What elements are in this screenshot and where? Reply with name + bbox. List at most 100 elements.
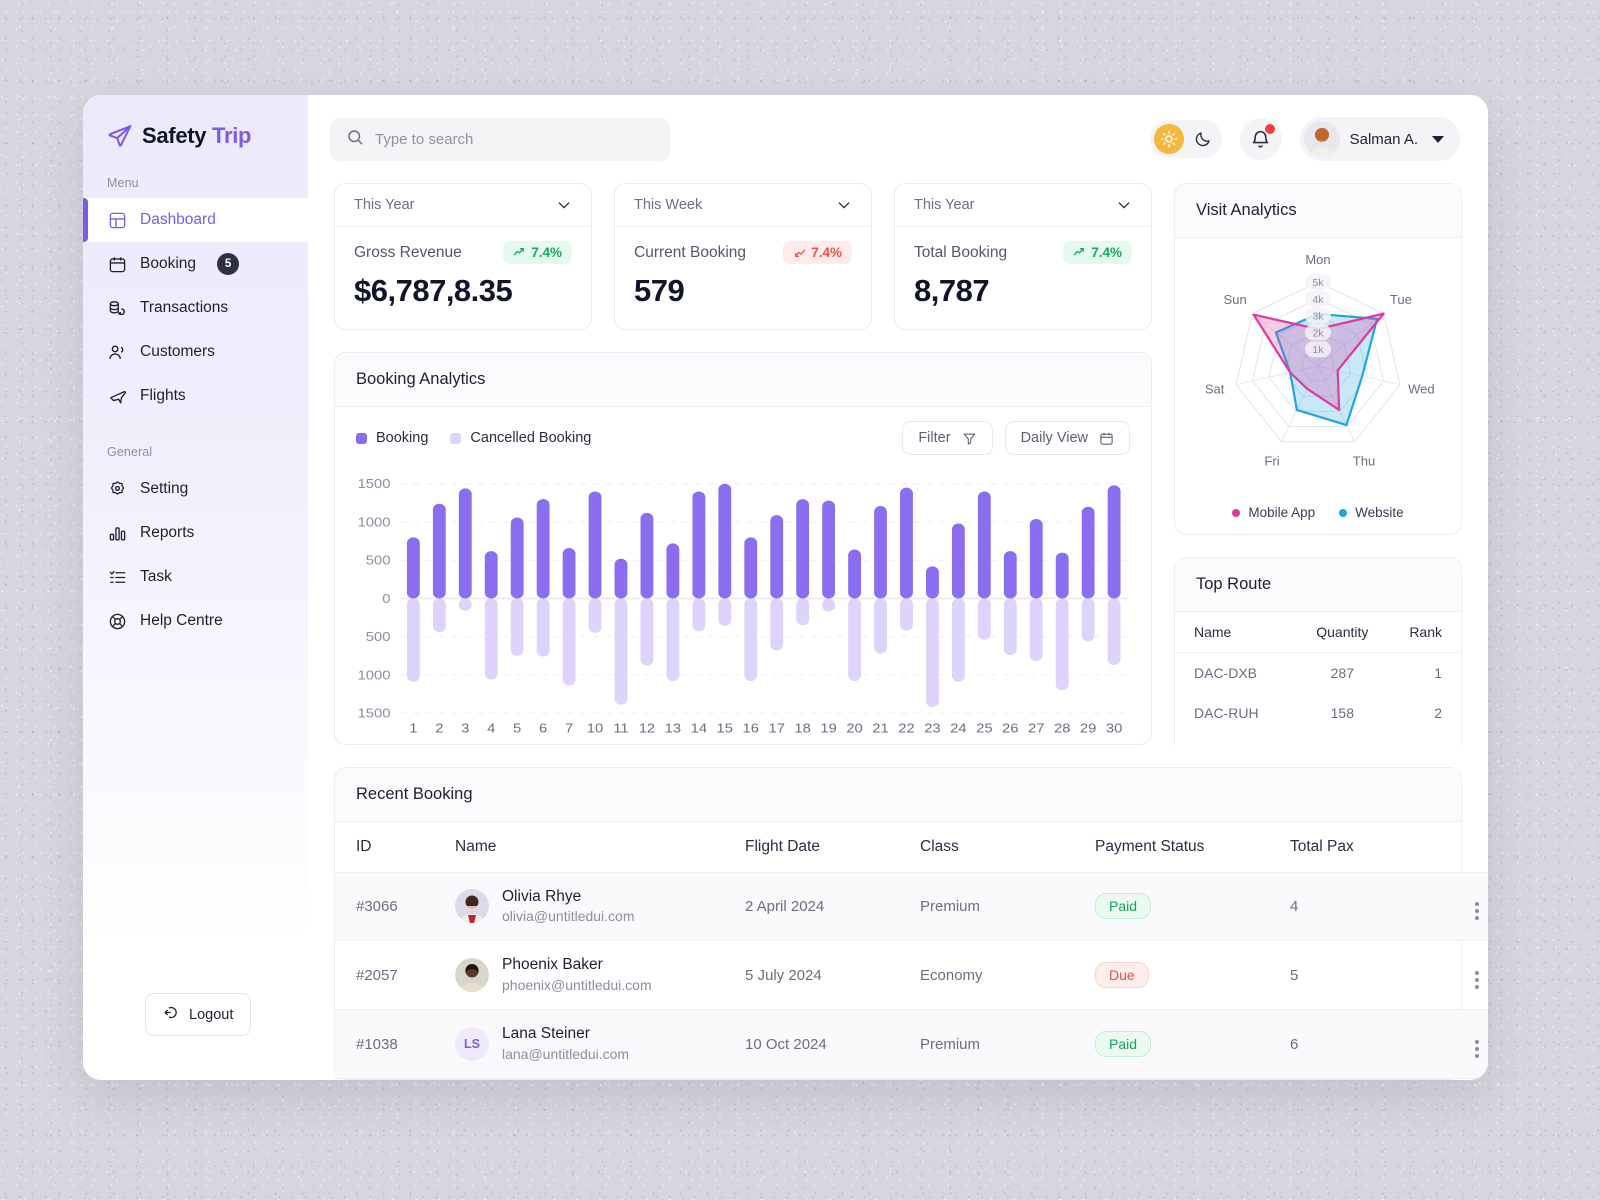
cell-route-name: DAC-DXB [1194, 665, 1258, 681]
daily-view-button[interactable]: Daily View [1004, 421, 1130, 455]
cell-route-quantity: 287 [1330, 665, 1354, 681]
bar-booking [1081, 506, 1095, 599]
dashboard-content: This Year Gross Revenue 7.4% $6,787,8.35… [308, 183, 1488, 745]
sidebar-item-task[interactable]: Task [83, 555, 308, 599]
sidebar-label-customers: Customers [140, 343, 215, 360]
table-row[interactable]: DAC-DXB 287 1 [1175, 653, 1461, 694]
users-icon [107, 342, 127, 362]
bar-booking [536, 499, 550, 599]
legend-item-cancelled-booking[interactable]: Cancelled Booking [450, 430, 591, 446]
cell-actions[interactable] [1440, 940, 1488, 1011]
legend-item-website[interactable]: Website [1339, 505, 1404, 520]
cell-flight-date: 10 Oct 2024 [745, 1009, 920, 1079]
bar-cancelled [1003, 598, 1017, 656]
logout-area: Logout [83, 993, 308, 1080]
cell-payment-status: Paid [1095, 872, 1290, 942]
notifications-button[interactable] [1239, 118, 1282, 160]
legend-item-booking[interactable]: Booking [356, 430, 428, 446]
stat-value: $6,787,8.35 [354, 273, 513, 308]
sidebar-item-dashboard[interactable]: Dashboard [83, 198, 308, 242]
bar-chart-svg: 150010005000500100015001 2 3 4 5 6 7 10 11 12 13 14… [358, 476, 1128, 735]
stat-delta: 7.4% [811, 245, 842, 260]
brand-logo-area[interactable]: Safety Trip [83, 95, 308, 149]
svg-text:7: 7 [565, 720, 573, 735]
sidebar-item-flights[interactable]: Flights [83, 374, 308, 418]
topbar-right: Salman A. [1149, 117, 1460, 161]
row-menu-button[interactable] [1475, 970, 1479, 989]
cell-class: Premium [920, 872, 1095, 942]
sidebar-item-booking[interactable]: Booking 5 [83, 242, 308, 286]
bar-cancelled [588, 598, 602, 633]
table-row[interactable]: #3066 Olivia Rhye olivia@untitledui.com 2 A… [335, 872, 1488, 942]
table-row[interactable]: DAC-RUH 158 2 [1175, 693, 1461, 733]
bar-cancelled [510, 598, 524, 656]
profile-menu[interactable]: Salman A. [1299, 117, 1460, 161]
bar-booking [484, 551, 498, 599]
table-row[interactable]: DAC-LHR873 [1175, 733, 1461, 745]
sidebar-item-help-centre[interactable]: Help Centre [83, 599, 308, 643]
cell-actions[interactable] [1440, 1009, 1488, 1079]
table-header-row: Name Quantity Rank [1175, 612, 1461, 653]
bar-cancelled [614, 598, 628, 705]
row-menu-button[interactable] [1475, 1039, 1479, 1058]
period-select-total-booking[interactable]: This Year [895, 184, 1151, 227]
bar-cancelled [536, 598, 550, 657]
bar-booking [1029, 518, 1043, 599]
search-box[interactable] [330, 117, 670, 161]
theme-toggle[interactable] [1149, 120, 1222, 158]
cell-customer: LS Lana Steiner lana@untitledui.com [455, 1009, 745, 1079]
svg-text:0: 0 [382, 591, 390, 606]
col-flight-date: Flight Date [745, 821, 920, 873]
sidebar-label-booking: Booking [140, 255, 197, 272]
sun-icon[interactable] [1153, 124, 1184, 154]
avatar [455, 889, 489, 924]
logout-button[interactable]: Logout [145, 993, 252, 1036]
recent-booking-title: Recent Booking [335, 767, 1461, 822]
period-select-gross-revenue[interactable]: This Year [335, 184, 591, 227]
legend-label-cancelled-booking: Cancelled Booking [470, 430, 592, 446]
bar-booking [926, 566, 939, 599]
sidebar-item-reports[interactable]: Reports [83, 511, 308, 555]
table-header-row: ID Name Flight Date Class Payment Status… [335, 821, 1488, 873]
visit-analytics-title: Visit Analytics [1175, 184, 1461, 238]
cell-actions[interactable] [1440, 872, 1488, 942]
cell-class: Premium [920, 1009, 1095, 1079]
svg-text:18: 18 [794, 720, 811, 735]
trend-down-icon [795, 249, 806, 257]
stat-delta: 7.4% [1091, 245, 1122, 260]
svg-text:11: 11 [613, 720, 629, 735]
sidebar-item-transactions[interactable]: Transactions [83, 286, 308, 330]
bar-booking [640, 512, 654, 599]
brand-title: Safety Trip [142, 123, 251, 149]
moon-icon[interactable] [1188, 124, 1218, 154]
radar-chart-svg: 1k 2k 3k 4k 5k Mon Tue Wed Thu Fri Sat Sun [1205, 252, 1435, 469]
customer-email: phoenix@untitledui.com [502, 977, 652, 994]
calendar-icon [107, 254, 127, 274]
table-row[interactable]: #1038 LS Lana Steiner lana@untitledui.com 10… [335, 1009, 1488, 1079]
bar-cancelled [640, 598, 654, 666]
recent-booking-table: ID Name Flight Date Class Payment Status… [335, 821, 1488, 1079]
row-menu-button[interactable] [1475, 901, 1479, 920]
cell-customer: Olivia Rhye olivia@untitledui.com [455, 872, 745, 942]
filter-button[interactable]: Filter [902, 421, 993, 455]
cell-flight-date: 2 April 2024 [745, 872, 920, 942]
radar-legend: Mobile App Website [1185, 505, 1451, 520]
main-area: Salman A. This Year [308, 95, 1488, 1080]
stat-card-current-booking: This Week Current Booking 7.4% 579 [614, 183, 872, 330]
sidebar-item-setting[interactable]: Setting [83, 467, 308, 511]
sidebar-item-customers[interactable]: Customers [83, 330, 308, 374]
svg-text:13: 13 [665, 720, 682, 735]
trend-up-icon [1074, 248, 1085, 256]
profile-name: Salman A. [1349, 130, 1418, 148]
bar-booking [1107, 485, 1121, 599]
search-input[interactable] [375, 130, 654, 148]
cell-class: Economy [920, 940, 1095, 1011]
svg-text:6: 6 [539, 720, 547, 735]
cell-payment-status: Due [1095, 940, 1290, 1011]
stat-topline: Total Booking 7.4% [914, 241, 1132, 264]
svg-text:29: 29 [1080, 720, 1097, 735]
legend-item-mobile-app[interactable]: Mobile App [1232, 505, 1315, 520]
table-row[interactable]: #2057 Phoenix Baker phoenix@untitledui.com… [335, 940, 1488, 1011]
topbar: Salman A. [308, 95, 1488, 183]
period-select-current-booking[interactable]: This Week [615, 184, 871, 227]
